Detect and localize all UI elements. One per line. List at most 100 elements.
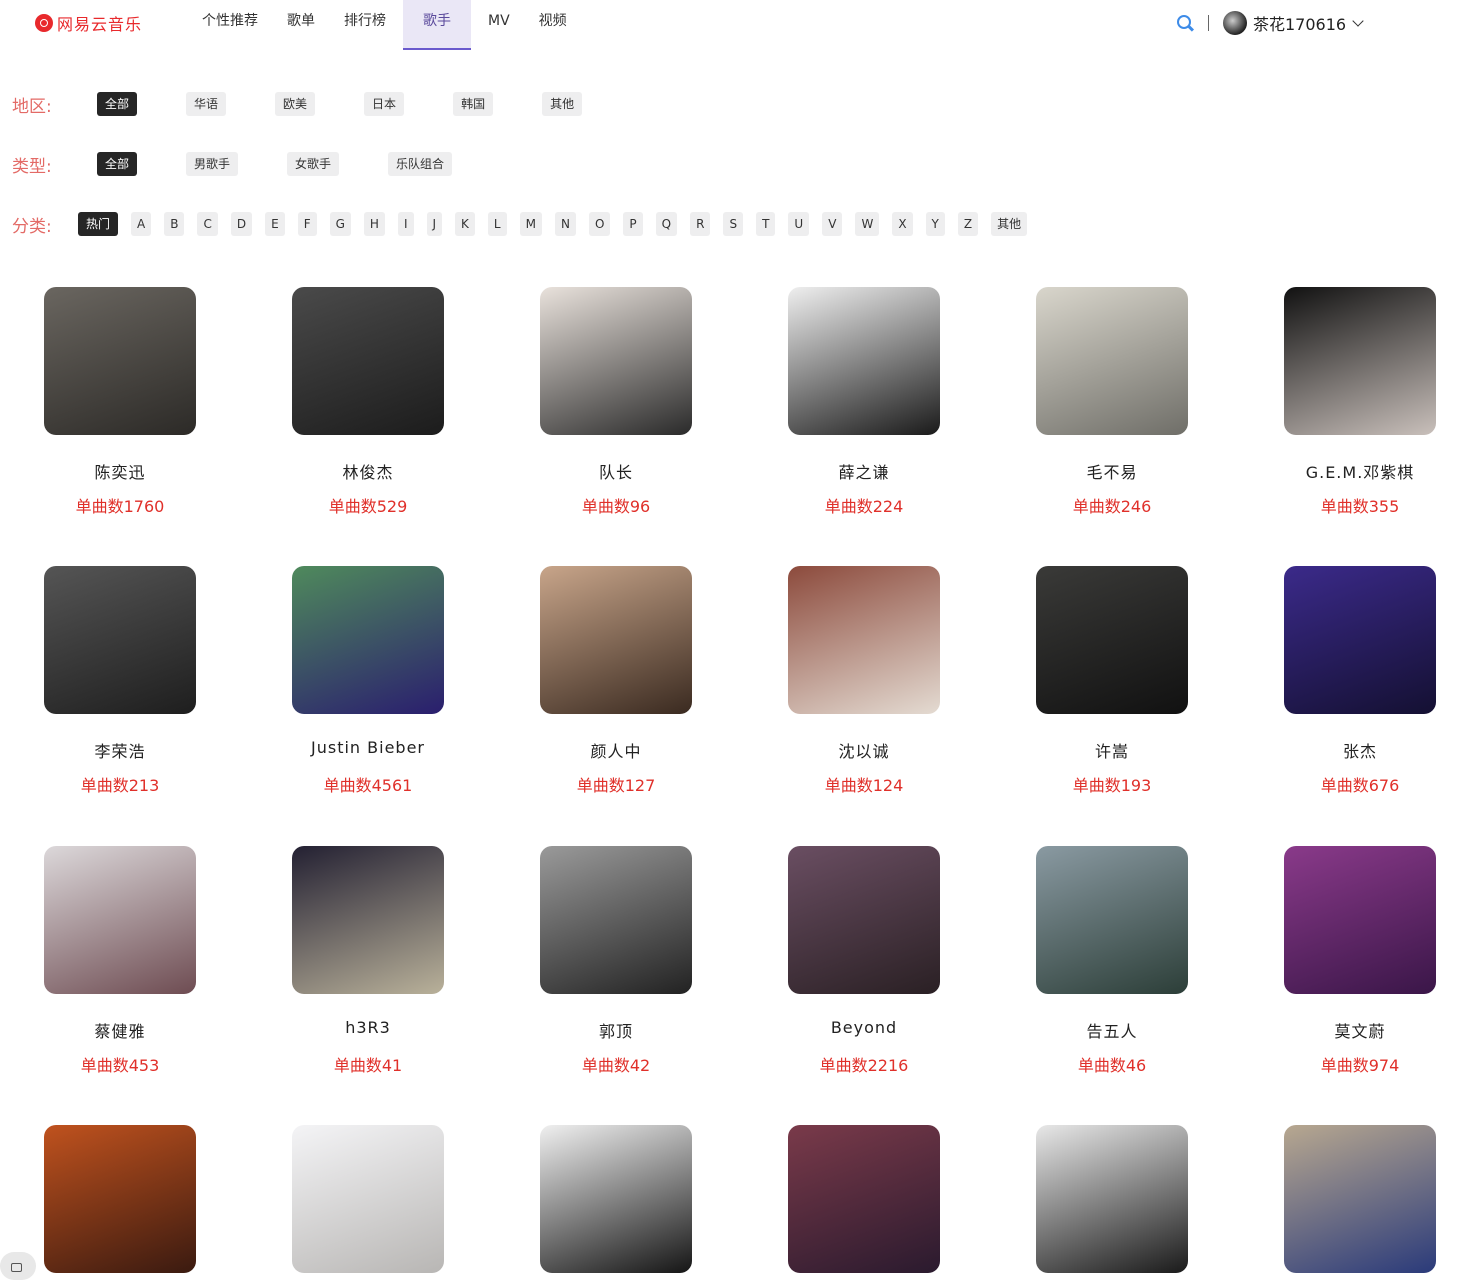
letter-option-19[interactable]: S — [723, 212, 744, 236]
chevron-down-icon[interactable] — [1352, 15, 1364, 27]
artist-cover-image[interactable] — [44, 287, 196, 435]
type-option-0[interactable]: 全部 — [97, 152, 138, 176]
letter-option-12[interactable]: L — [487, 212, 507, 236]
artist-card[interactable]: 沈以诚 单曲数124 — [740, 566, 988, 796]
artist-cover-image[interactable] — [44, 846, 196, 994]
letter-option-16[interactable]: P — [623, 212, 643, 236]
artist-name[interactable]: 张杰 — [1236, 738, 1471, 761]
artist-card[interactable] — [1236, 1125, 1471, 1273]
artist-name[interactable]: h3R3 — [244, 1018, 492, 1038]
letter-option-18[interactable]: R — [690, 212, 711, 236]
avatar[interactable] — [1223, 11, 1247, 35]
type-option-2[interactable]: 女歌手 — [287, 152, 340, 176]
artist-card[interactable]: 陈奕迅 单曲数1760 — [0, 287, 244, 517]
artist-card[interactable]: 队长 单曲数96 — [492, 287, 740, 517]
artist-name[interactable]: 颜人中 — [492, 738, 740, 761]
letter-option-4[interactable]: D — [230, 212, 253, 236]
artist-cover-image[interactable] — [1284, 846, 1436, 994]
artist-name[interactable]: 陈奕迅 — [0, 459, 244, 482]
artist-cover-image[interactable] — [292, 846, 444, 994]
artist-card[interactable]: 毛不易 单曲数246 — [988, 287, 1236, 517]
artist-name[interactable]: Justin Bieber — [244, 738, 492, 758]
letter-option-14[interactable]: N — [554, 212, 576, 236]
artist-card[interactable]: 莫文蔚 单曲数974 — [1236, 846, 1471, 1076]
artist-cover-image[interactable] — [540, 287, 692, 435]
letter-option-8[interactable]: H — [363, 212, 385, 236]
letter-option-22[interactable]: V — [822, 212, 843, 236]
artist-name[interactable]: 队长 — [492, 459, 740, 482]
letter-option-2[interactable]: B — [164, 212, 185, 236]
type-option-3[interactable]: 乐队组合 — [388, 152, 453, 176]
letter-option-1[interactable]: A — [131, 212, 152, 236]
artist-card[interactable]: Justin Bieber 单曲数4561 — [244, 566, 492, 796]
type-option-1[interactable]: 男歌手 — [186, 152, 239, 176]
letter-option-23[interactable]: W — [855, 212, 880, 236]
artist-cover-image[interactable] — [788, 846, 940, 994]
artist-card[interactable]: 告五人 单曲数46 — [988, 846, 1236, 1076]
region-option-2[interactable]: 欧美 — [275, 92, 316, 116]
letter-option-9[interactable]: I — [397, 212, 414, 236]
artist-card[interactable]: 薛之谦 单曲数224 — [740, 287, 988, 517]
app-logo[interactable]: 网易云音乐 — [35, 13, 142, 34]
letter-option-0[interactable]: 热门 — [78, 212, 119, 236]
artist-cover-image[interactable] — [1036, 287, 1188, 435]
lock-icon[interactable] — [0, 1252, 36, 1280]
nav-tab-0[interactable]: 个性推荐 — [190, 0, 270, 48]
artist-name[interactable]: G.E.M.邓紫棋 — [1236, 459, 1471, 482]
artist-cover-image[interactable] — [1284, 1125, 1436, 1273]
letter-option-26[interactable]: Z — [957, 212, 979, 236]
artist-cover-image[interactable] — [788, 1125, 940, 1273]
letter-option-13[interactable]: M — [519, 212, 542, 236]
artist-cover-image[interactable] — [1284, 566, 1436, 714]
artist-card[interactable] — [244, 1125, 492, 1273]
artist-card[interactable]: 李荣浩 单曲数213 — [0, 566, 244, 796]
letter-option-27[interactable]: 其他 — [991, 212, 1028, 236]
artist-card[interactable]: G.E.M.邓紫棋 单曲数355 — [1236, 287, 1471, 517]
artist-name[interactable]: 许嵩 — [988, 738, 1236, 761]
region-option-1[interactable]: 华语 — [186, 92, 227, 116]
nav-tab-1[interactable]: 歌单 — [275, 0, 327, 48]
artist-name[interactable]: 沈以诚 — [740, 738, 988, 761]
artist-cover-image[interactable] — [292, 287, 444, 435]
nav-tab-4[interactable]: MV — [476, 0, 522, 48]
artist-card[interactable]: 郭顶 单曲数42 — [492, 846, 740, 1076]
artist-cover-image[interactable] — [540, 566, 692, 714]
artist-card[interactable] — [988, 1125, 1236, 1273]
artist-name[interactable]: Beyond — [740, 1018, 988, 1038]
letter-option-17[interactable]: Q — [655, 212, 678, 236]
artist-name[interactable]: 郭顶 — [492, 1018, 740, 1041]
artist-card[interactable] — [0, 1125, 244, 1273]
nav-tab-2[interactable]: 排行榜 — [332, 0, 398, 48]
letter-option-6[interactable]: F — [297, 212, 317, 236]
artist-cover-image[interactable] — [292, 566, 444, 714]
letter-option-7[interactable]: G — [329, 212, 351, 236]
letter-option-21[interactable]: U — [788, 212, 810, 236]
region-option-5[interactable]: 其他 — [542, 92, 583, 116]
artist-card[interactable]: Beyond 单曲数2216 — [740, 846, 988, 1076]
artist-name[interactable]: 薛之谦 — [740, 459, 988, 482]
letter-option-20[interactable]: T — [756, 212, 776, 236]
artist-name[interactable]: 蔡健雅 — [0, 1018, 244, 1041]
artist-name[interactable]: 毛不易 — [988, 459, 1236, 482]
artist-cover-image[interactable] — [44, 566, 196, 714]
region-option-3[interactable]: 日本 — [364, 92, 405, 116]
artist-cover-image[interactable] — [1284, 287, 1436, 435]
artist-cover-image[interactable] — [540, 1125, 692, 1273]
artist-cover-image[interactable] — [1036, 1125, 1188, 1273]
region-option-4[interactable]: 韩国 — [453, 92, 494, 116]
letter-option-11[interactable]: K — [455, 212, 475, 236]
artist-cover-image[interactable] — [44, 1125, 196, 1273]
letter-option-15[interactable]: O — [588, 212, 611, 236]
nav-tab-5[interactable]: 视频 — [527, 0, 579, 48]
artist-cover-image[interactable] — [788, 566, 940, 714]
artist-card[interactable] — [492, 1125, 740, 1273]
artist-cover-image[interactable] — [1036, 566, 1188, 714]
artist-name[interactable]: 李荣浩 — [0, 738, 244, 761]
artist-cover-image[interactable] — [540, 846, 692, 994]
search-icon[interactable] — [1176, 14, 1194, 32]
letter-option-10[interactable]: J — [426, 212, 443, 236]
nav-tab-3[interactable]: 歌手 — [403, 0, 471, 50]
artist-card[interactable]: 张杰 单曲数676 — [1236, 566, 1471, 796]
artist-cover-image[interactable] — [1036, 846, 1188, 994]
artist-card[interactable]: 许嵩 单曲数193 — [988, 566, 1236, 796]
